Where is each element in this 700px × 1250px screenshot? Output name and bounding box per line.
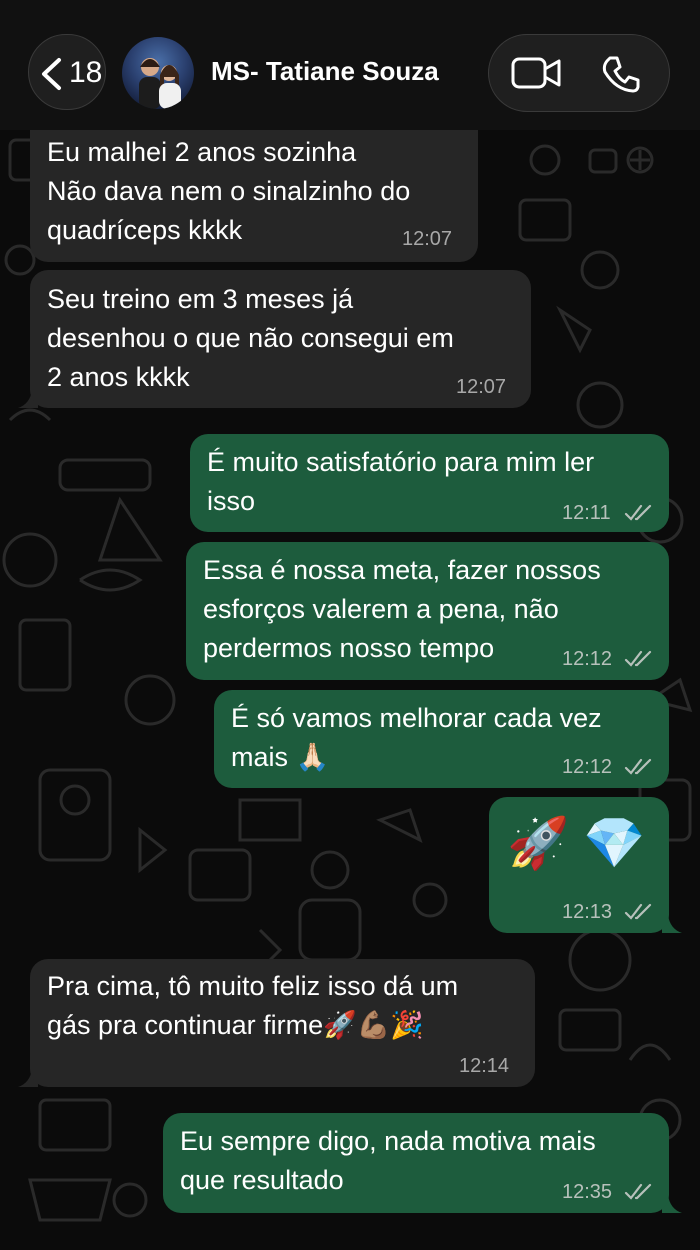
- message-bubble-incoming[interactable]: Eu malhei 2 anos sozinha Não dava nem o …: [30, 110, 478, 262]
- video-call-button[interactable]: [489, 35, 579, 111]
- unread-count: 18: [69, 56, 103, 89]
- contact-name[interactable]: MS- Tatiane Souza: [211, 56, 439, 87]
- voice-call-button[interactable]: [579, 35, 669, 111]
- video-call-icon: [511, 57, 561, 89]
- message-time: 12:12: [562, 756, 613, 778]
- message-time: 12:07: [402, 228, 453, 250]
- message-text: É só vamos melhorar cada vez mais 🙏🏻: [231, 703, 602, 772]
- call-actions: [488, 34, 670, 112]
- avatar[interactable]: [122, 37, 194, 109]
- message-time: 12:35: [562, 1181, 613, 1203]
- double-check-read-icon: [624, 650, 652, 667]
- message-bubble-outgoing[interactable]: Eu sempre digo, nada motiva mais que res…: [163, 1113, 669, 1213]
- back-chevron-icon: [42, 58, 61, 90]
- message-text: Eu malhei 2 anos sozinha Não dava nem o …: [47, 137, 411, 245]
- message-text: Pra cima, tô muito feliz isso dá um gás …: [47, 971, 459, 1040]
- double-check-read-icon: [624, 758, 652, 775]
- message-bubble-incoming[interactable]: Pra cima, tô muito feliz isso dá um gás …: [30, 959, 535, 1087]
- double-check-read-icon: [624, 504, 652, 521]
- message-text: Essa é nossa meta, fazer nossos esforços…: [203, 555, 601, 663]
- double-check-read-icon: [624, 1183, 652, 1200]
- back-button[interactable]: 18: [28, 34, 106, 110]
- message-time: 12:14: [459, 1055, 510, 1077]
- message-time: 12:11: [562, 502, 611, 524]
- phone-call-icon: [602, 56, 640, 93]
- message-time: 12:07: [456, 376, 507, 398]
- double-check-read-icon: [624, 903, 652, 920]
- message-text: É muito satisfatório para mim ler isso: [207, 447, 595, 516]
- message-text: Eu sempre digo, nada motiva mais que res…: [180, 1126, 596, 1195]
- chat-header: 18 MS- Tatiane Souza: [0, 0, 700, 130]
- message-time: 12:12: [562, 648, 613, 670]
- message-bubble-outgoing[interactable]: Essa é nossa meta, fazer nossos esforços…: [186, 542, 669, 680]
- message-text: Seu treino em 3 meses já desenhou o que …: [47, 284, 454, 392]
- message-time: 12:13: [562, 901, 613, 923]
- message-bubble-incoming[interactable]: Seu treino em 3 meses já desenhou o que …: [30, 270, 531, 408]
- message-bubble-outgoing[interactable]: É muito satisfatório para mim ler isso 1…: [190, 434, 669, 532]
- message-bubble-outgoing[interactable]: 🚀 💎 12:13: [489, 797, 669, 933]
- message-bubble-outgoing[interactable]: É só vamos melhorar cada vez mais 🙏🏻 12:…: [214, 690, 669, 788]
- message-text: 🚀 💎: [507, 815, 646, 871]
